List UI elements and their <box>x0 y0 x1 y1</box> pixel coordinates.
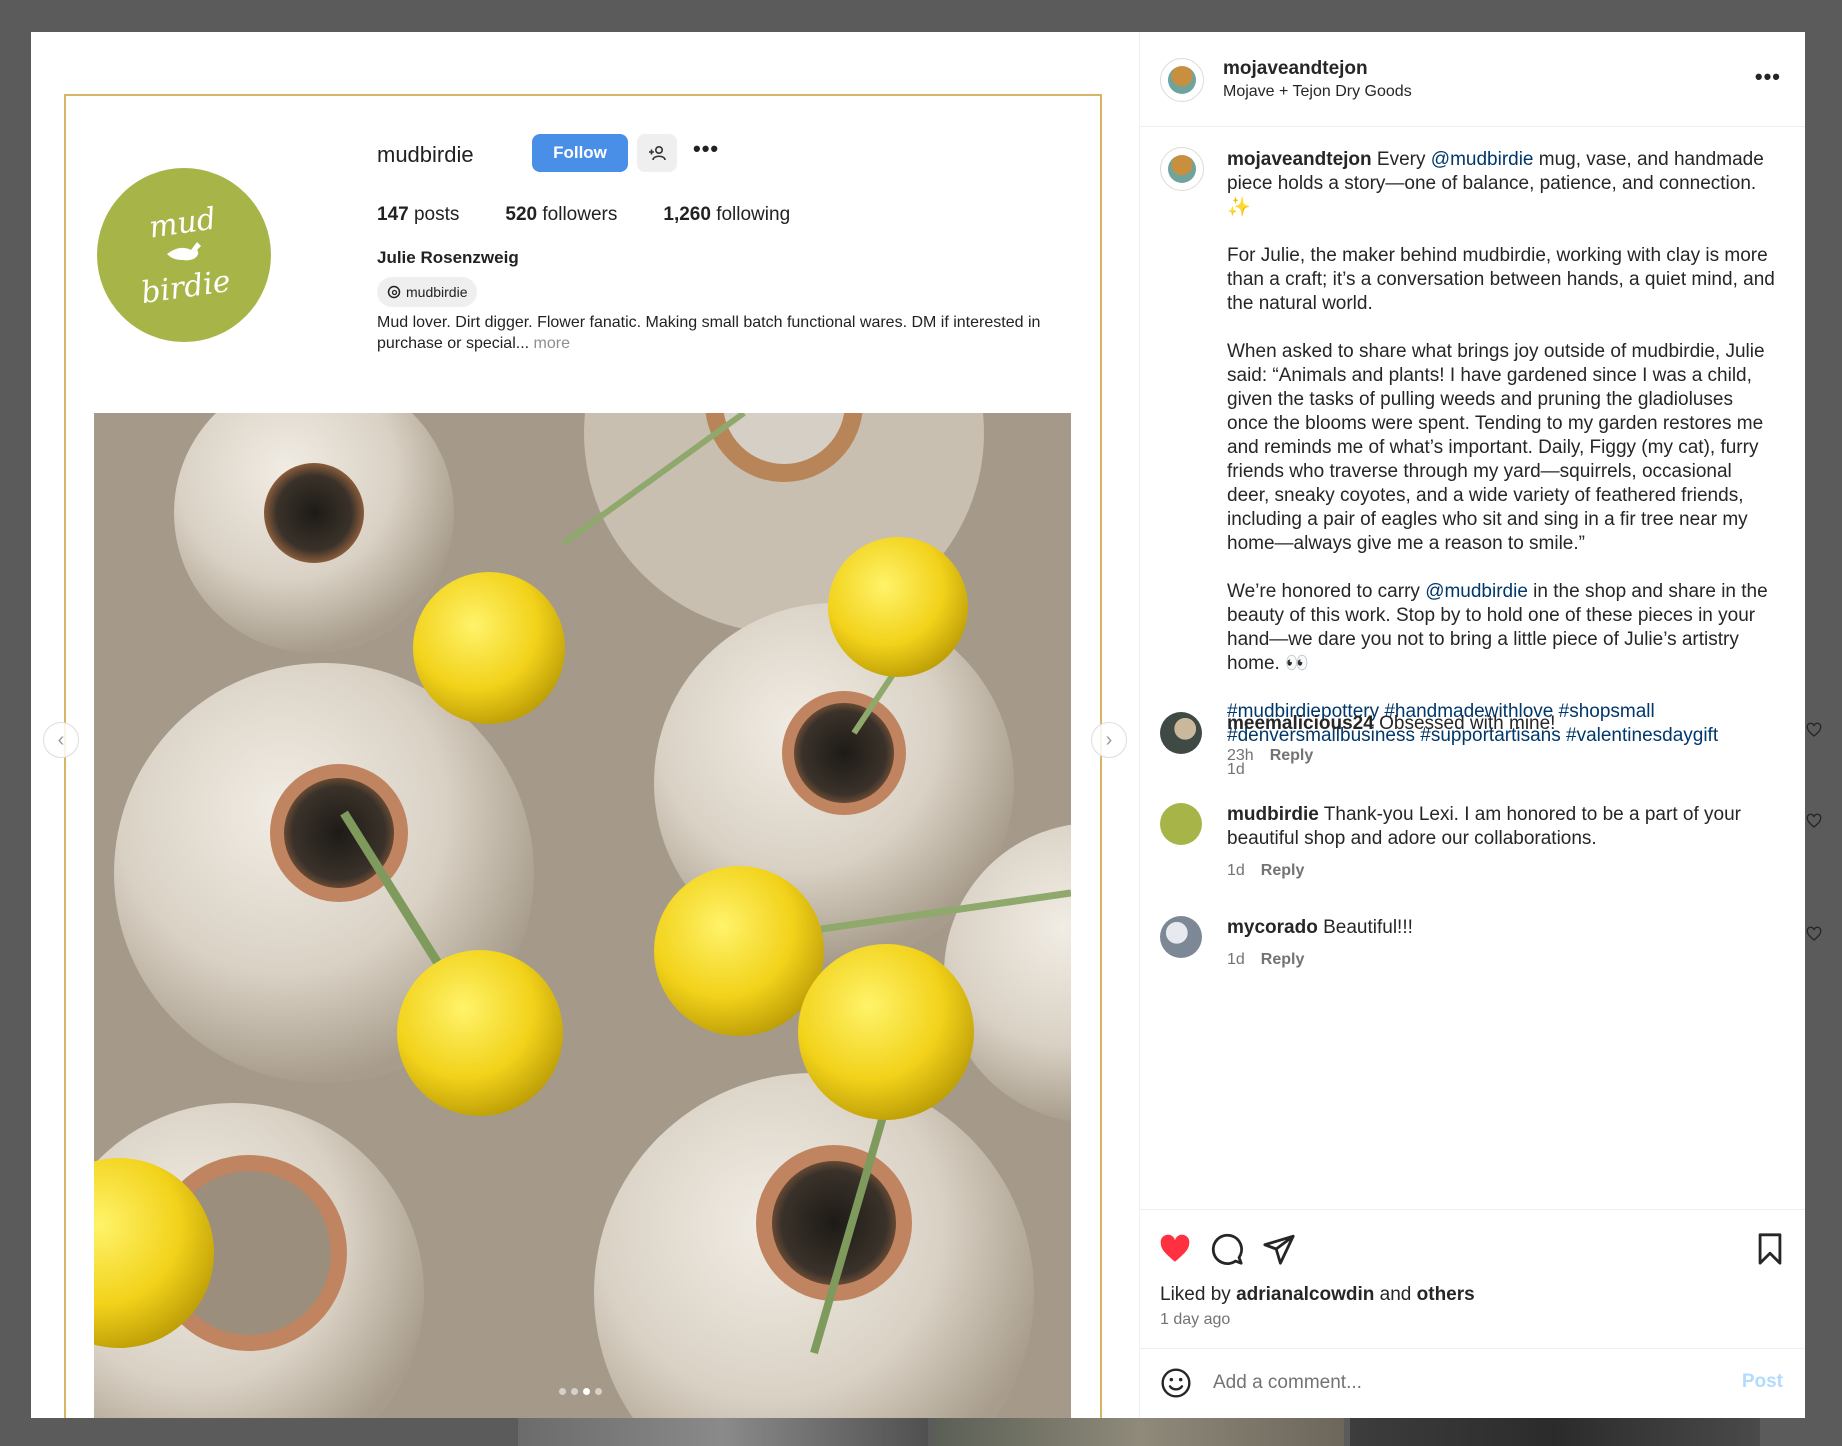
background-thumbnail <box>934 1418 1344 1446</box>
comment-time[interactable]: 23h <box>1227 747 1254 765</box>
billy-button-flower <box>654 866 824 1036</box>
post-media: mud birdie mudbirdie Follow ••• 147 post… <box>31 32 1140 1418</box>
commenter-avatar[interactable] <box>1160 916 1202 958</box>
profile-full-name: Julie Rosenzweig <box>377 248 519 267</box>
caption-username[interactable]: mojaveandtejon <box>1227 149 1372 170</box>
add-comment-bar: Post <box>1140 1348 1805 1418</box>
author-avatar[interactable] <box>1160 58 1204 102</box>
reply-button[interactable]: Reply <box>1261 951 1305 969</box>
profile-username: mudbirdie <box>377 142 474 167</box>
threads-handle: mudbirdie <box>406 284 468 300</box>
commenter-username[interactable]: meemalicious24 <box>1227 713 1374 734</box>
likes-others-link[interactable]: others <box>1417 1284 1475 1305</box>
more-icon: ••• <box>693 136 720 161</box>
billy-button-flower <box>413 572 565 724</box>
share-icon[interactable] <box>1262 1232 1296 1266</box>
post-date[interactable]: 1 day ago <box>1160 1311 1230 1329</box>
mention-link[interactable]: @mudbirdie <box>1425 581 1528 602</box>
liker-username[interactable]: adrianalcowdin <box>1236 1284 1374 1305</box>
reply-button[interactable]: Reply <box>1270 747 1314 765</box>
billy-button-flower <box>397 950 563 1116</box>
follow-button: Follow <box>532 134 628 172</box>
commenter-username[interactable]: mycorado <box>1227 917 1318 938</box>
caption-paragraph: For Julie, the maker behind mudbirdie, w… <box>1227 245 1775 314</box>
profile-stats: 147 posts 520 followers 1,260 following <box>377 204 790 226</box>
comment-text: Obsessed with mine! <box>1379 713 1556 734</box>
emoji-icon[interactable] <box>1160 1367 1192 1399</box>
likes-summary: Liked by adrianalcowdin and others <box>1160 1284 1475 1305</box>
comment-input[interactable] <box>1213 1369 1693 1397</box>
mention-link[interactable]: @mudbirdie <box>1431 149 1534 170</box>
author-subtitle[interactable]: Mojave + Tejon Dry Goods <box>1223 83 1412 101</box>
chevron-right-icon: › <box>1105 728 1113 751</box>
post-caption: mojaveandtejon Every @mudbirdie mug, vas… <box>1227 148 1777 782</box>
post-header: mojaveandtejon Mojave + Tejon Dry Goods … <box>1140 32 1805 127</box>
add-user-icon <box>649 145 666 161</box>
background-thumbnail <box>1350 1418 1760 1446</box>
following-stat: 1,260 following <box>663 204 791 225</box>
comment-icon[interactable] <box>1210 1232 1244 1266</box>
carousel-dot <box>595 1388 602 1395</box>
post-modal: mud birdie mudbirdie Follow ••• 147 post… <box>31 32 1822 1418</box>
commenter-avatar[interactable] <box>1160 803 1202 845</box>
carousel-prev-button[interactable]: ‹ <box>43 722 79 758</box>
followers-stat: 520 followers <box>505 204 618 225</box>
carousel-indicator <box>559 1388 602 1395</box>
chevron-left-icon: ‹ <box>57 728 65 751</box>
caption-paragraph: When asked to share what brings joy outs… <box>1227 341 1765 554</box>
heart-outline-icon[interactable] <box>1806 722 1822 738</box>
threads-icon <box>387 285 401 299</box>
billy-button-flower <box>798 944 974 1120</box>
post-details-panel: mojaveandtejon Mojave + Tejon Dry Goods … <box>1140 32 1822 1418</box>
commenter-avatar[interactable] <box>1160 712 1202 754</box>
carousel-dot <box>559 1388 566 1395</box>
posts-stat: 147 posts <box>377 204 460 225</box>
more-icon: ••• <box>1754 64 1781 89</box>
add-user-button <box>637 134 677 172</box>
background-thumbnail <box>518 1418 928 1446</box>
more-options-button[interactable]: ••• <box>1755 64 1781 90</box>
caption-author-avatar[interactable] <box>1160 147 1204 191</box>
carousel-next-button[interactable]: › <box>1091 722 1127 758</box>
heart-outline-icon[interactable] <box>1806 813 1822 829</box>
profile-bio: Mud lover. Dirt digger. Flower fanatic. … <box>377 314 1041 352</box>
reply-button[interactable]: Reply <box>1261 862 1305 880</box>
carousel-dot <box>571 1388 578 1395</box>
comment-time[interactable]: 1d <box>1227 862 1245 880</box>
bird-icon <box>167 242 201 261</box>
commenter-username[interactable]: mudbirdie <box>1227 804 1319 825</box>
post-comment-button[interactable]: Post <box>1742 1371 1783 1393</box>
carousel-dot-active <box>583 1388 590 1395</box>
bookmark-icon[interactable] <box>1753 1232 1787 1266</box>
comment-text: Beautiful!!! <box>1323 917 1413 938</box>
heart-filled-icon[interactable] <box>1158 1232 1192 1266</box>
author-username[interactable]: mojaveandtejon <box>1223 58 1368 80</box>
pottery-flowers-photo <box>94 413 1071 1418</box>
heart-outline-icon[interactable] <box>1806 926 1822 942</box>
comment-time[interactable]: 1d <box>1227 951 1245 969</box>
billy-button-flower <box>828 537 968 677</box>
threads-badge: mudbirdie <box>377 277 478 307</box>
profile-avatar: mud birdie <box>97 168 271 342</box>
avatar-logo-text: birdie <box>139 263 233 312</box>
